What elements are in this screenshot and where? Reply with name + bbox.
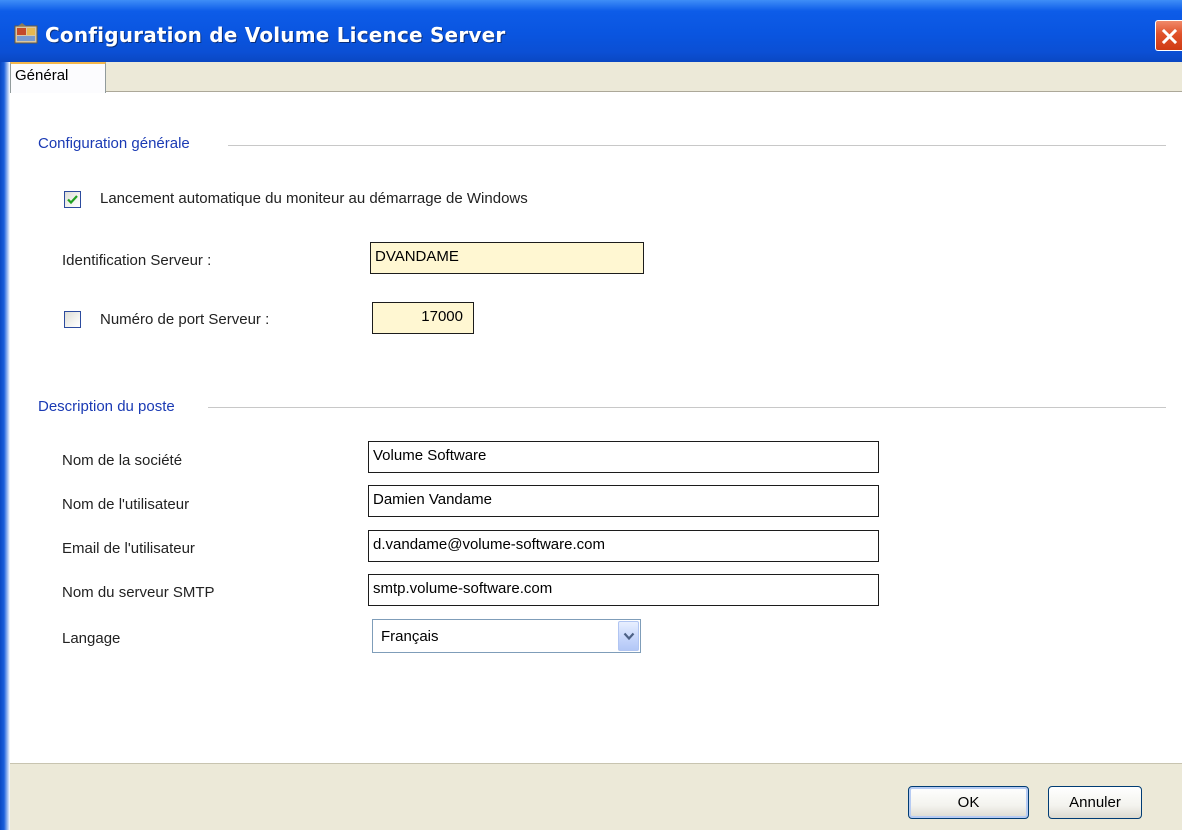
server-id-field[interactable]: DVANDAME xyxy=(370,242,644,274)
chevron-down-icon xyxy=(623,632,635,641)
group-divider xyxy=(228,145,1166,146)
company-label: Nom de la société xyxy=(62,452,183,469)
ok-button[interactable]: OK xyxy=(908,786,1029,819)
tab-general[interactable]: Général xyxy=(10,62,106,94)
app-icon xyxy=(14,23,38,45)
cancel-button[interactable]: Annuler xyxy=(1048,786,1142,819)
group-title-general-config: Configuration générale xyxy=(38,135,190,152)
close-button[interactable] xyxy=(1155,20,1182,51)
title-bar[interactable]: Configuration de Volume Licence Server xyxy=(0,0,1182,62)
button-bar: OK Annuler xyxy=(10,763,1182,830)
group-divider xyxy=(208,407,1166,408)
server-id-label: Identification Serveur : xyxy=(62,252,212,269)
autostart-checkbox[interactable] xyxy=(64,191,81,208)
smtp-server-field[interactable]: smtp.volume-software.com xyxy=(368,574,879,606)
server-port-checkbox[interactable] xyxy=(64,311,81,328)
server-port-label: Numéro de port Serveur : xyxy=(100,311,270,328)
autostart-label: Lancement automatique du moniteur au dém… xyxy=(100,190,528,207)
config-dialog: Configuration de Volume Licence Server G… xyxy=(0,0,1182,830)
group-title-station-description: Description du poste xyxy=(38,398,175,415)
smtp-server-label: Nom du serveur SMTP xyxy=(62,584,215,601)
language-select-value: Français xyxy=(381,628,439,645)
language-label: Langage xyxy=(62,630,121,647)
user-name-field[interactable]: Damien Vandame xyxy=(368,485,879,517)
user-name-label: Nom de l'utilisateur xyxy=(62,496,190,513)
language-select[interactable]: Français xyxy=(372,619,641,653)
language-dropdown-button[interactable] xyxy=(618,621,639,651)
server-port-field[interactable]: 17000 xyxy=(372,302,474,334)
window-left-border xyxy=(0,62,10,830)
tab-panel-general: Configuration générale Lancement automat… xyxy=(10,93,1182,763)
checkmark-icon xyxy=(67,195,78,205)
user-email-label: Email de l'utilisateur xyxy=(62,540,195,557)
user-email-field[interactable]: d.vandame@volume-software.com xyxy=(368,530,879,562)
company-field[interactable]: Volume Software xyxy=(368,441,879,473)
window-title: Configuration de Volume Licence Server xyxy=(45,23,506,47)
tab-strip xyxy=(10,62,1182,92)
close-icon xyxy=(1161,28,1178,45)
